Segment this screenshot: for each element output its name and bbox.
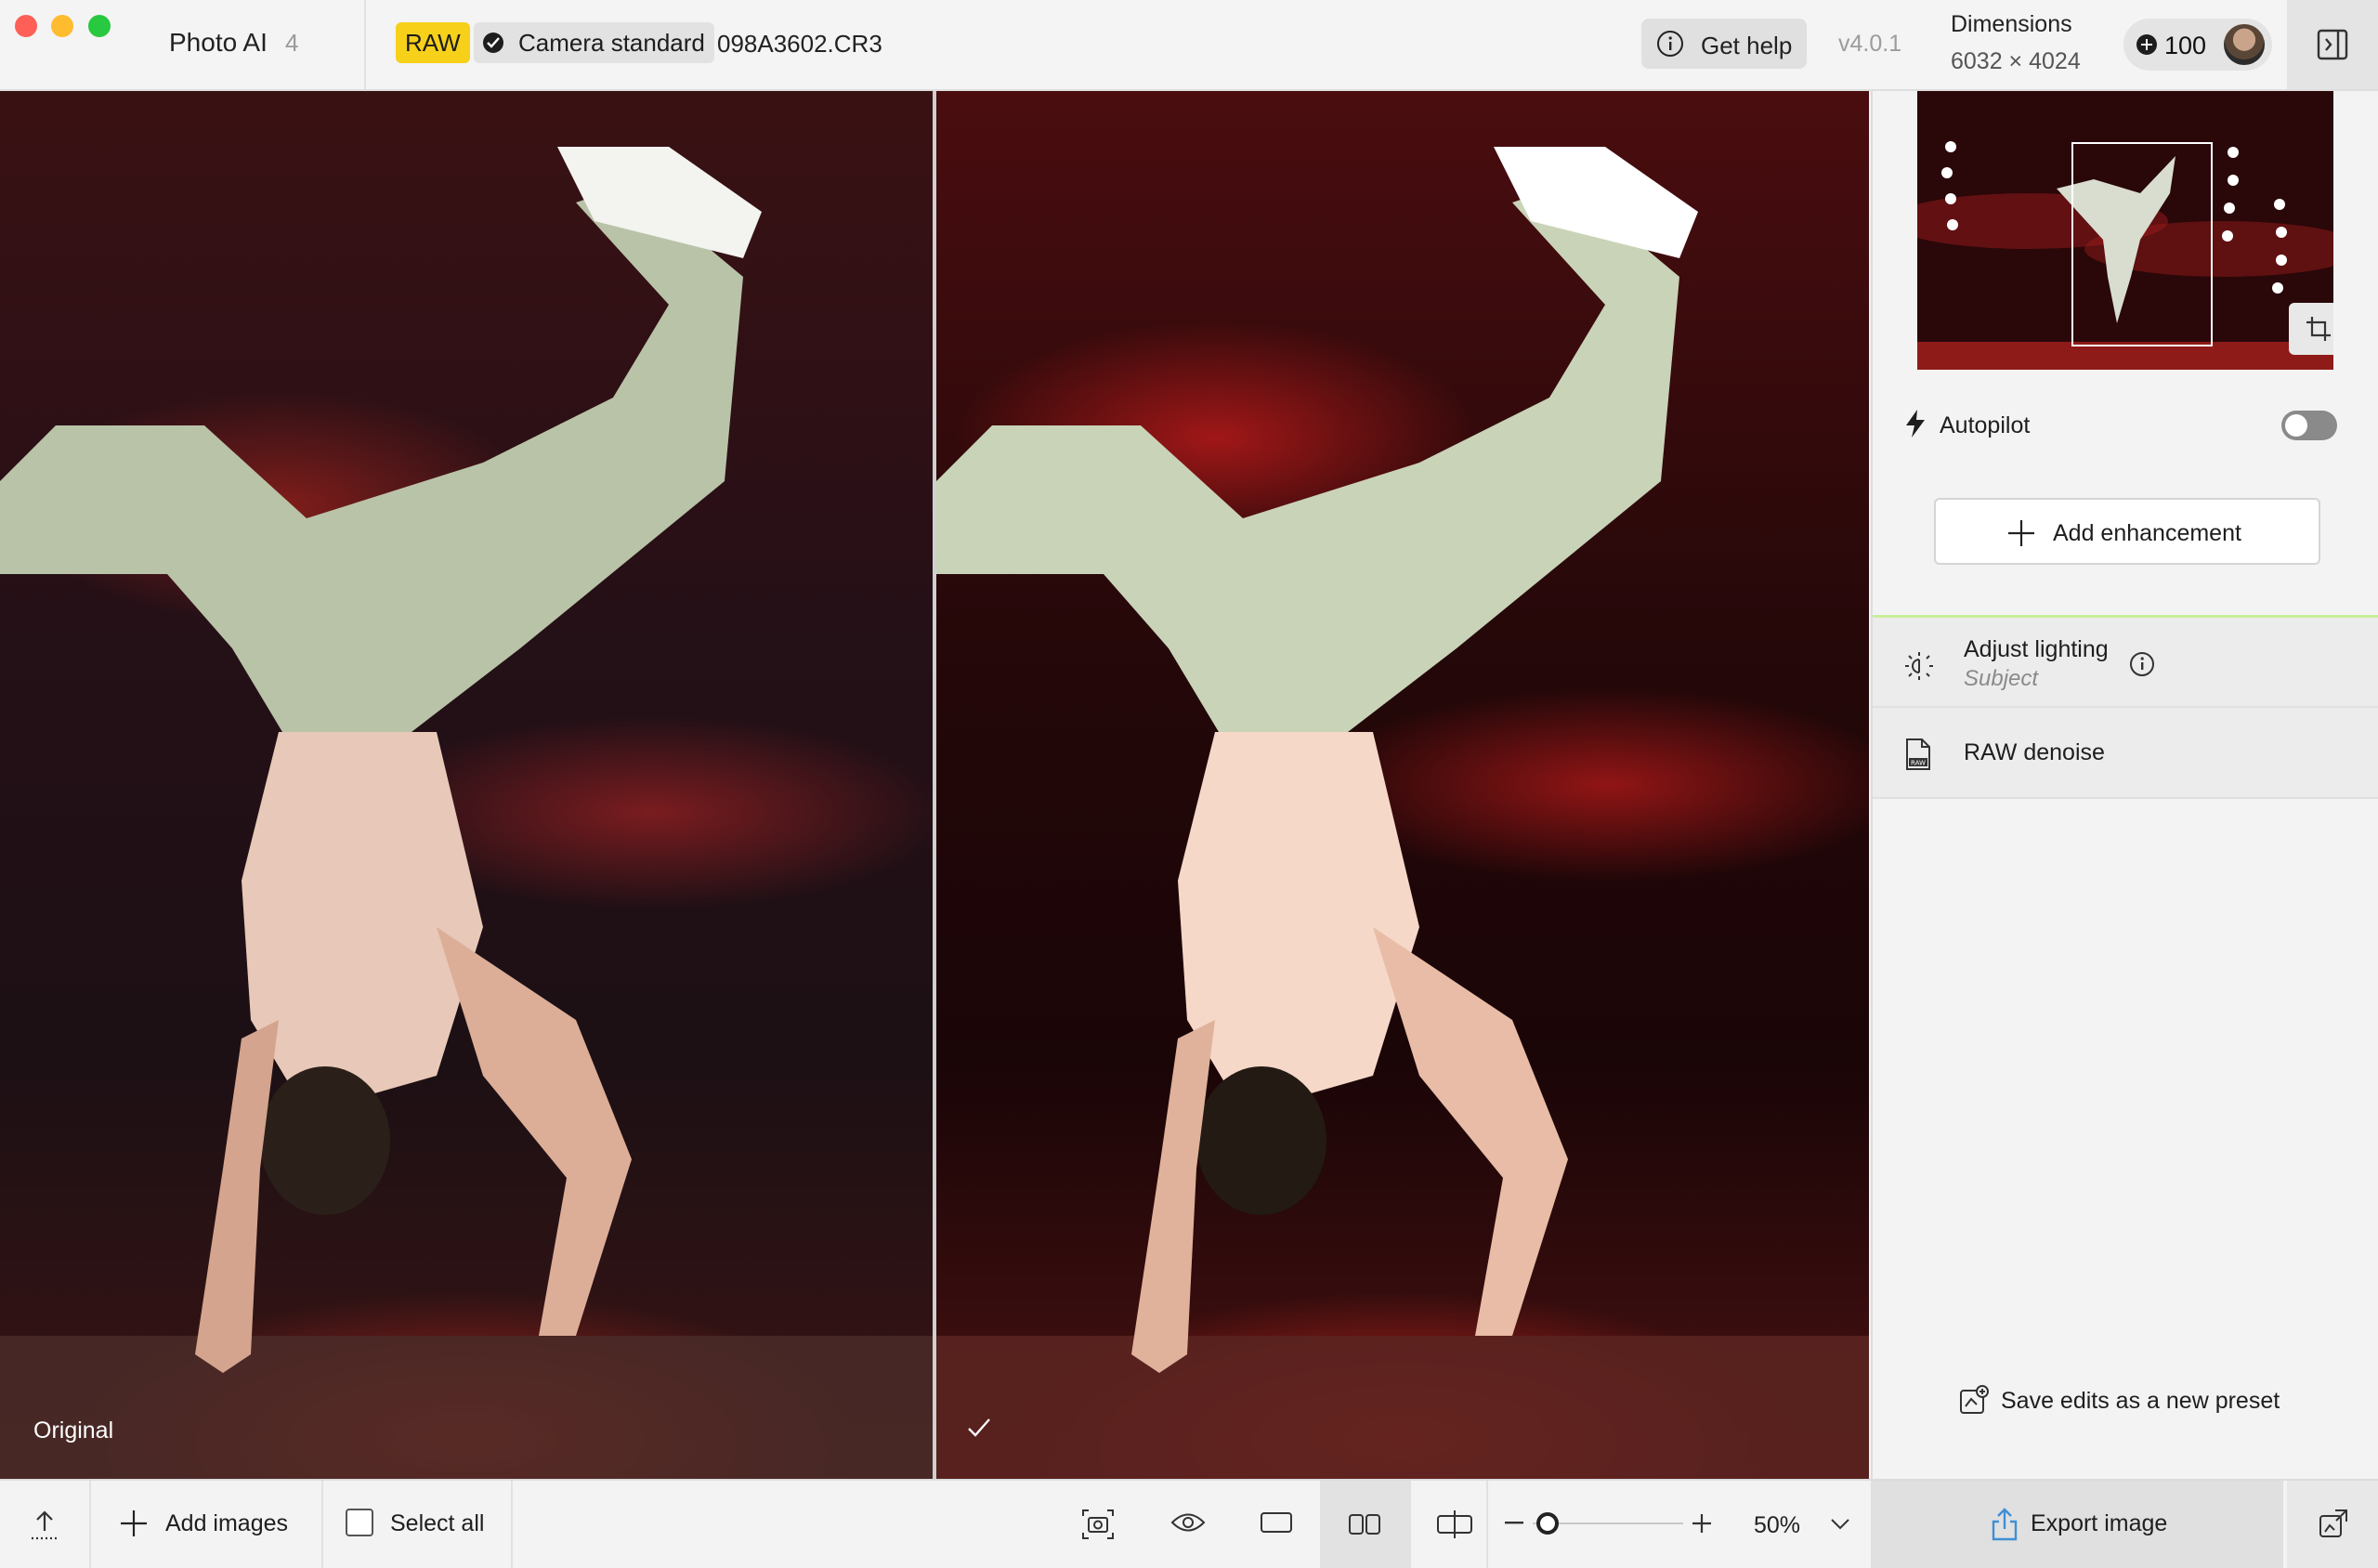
check-circle-icon [483,33,503,53]
autopilot-toggle[interactable] [2281,411,2337,440]
sidebar-toggle-icon [2317,29,2348,60]
navigator-thumbnail[interactable] [1917,91,2333,370]
share-export-icon [1992,1508,2018,1541]
save-preset-label: Save edits as a new preset [2001,1388,2280,1414]
eye-icon [1170,1513,1206,1532]
dimensions-label: Dimensions [1951,11,2072,37]
side-by-side-view-button[interactable] [1320,1481,1409,1568]
camera-profile-badge[interactable]: Camera standard [474,22,714,63]
title-separator [364,0,366,91]
add-images-label: Add images [165,1510,289,1536]
split-view-button[interactable] [1431,1481,1483,1568]
select-all-label: Select all [390,1510,485,1536]
app-version-badge: 4 [285,29,299,57]
zoom-out-icon[interactable] [1505,1522,1523,1525]
export-image-button[interactable]: Export image [1871,1481,2283,1568]
avatar[interactable] [2224,24,2265,65]
side-by-side-icon [1349,1514,1380,1535]
svg-text:RAW: RAW [1911,760,1926,767]
enhanced-preview-image[interactable] [936,91,1869,1479]
filename: 098A3602.CR3 [717,30,882,58]
image-viewer[interactable]: Original [0,91,1869,1479]
chevron-down-icon[interactable] [1830,1518,1850,1531]
zoom-window-button[interactable] [88,15,111,37]
plus-icon [121,1510,147,1536]
autopilot-row: Autopilot [1873,388,2378,463]
zoom-in-icon[interactable] [1691,1512,1713,1535]
export-image-label: Export image [2031,1510,2168,1536]
info-icon[interactable] [2129,651,2155,677]
crop-icon [2306,317,2331,341]
upload-icon [32,1510,58,1540]
camera-profile-label: Camera standard [518,29,705,57]
split-view-icon [1437,1510,1472,1538]
add-enhancement-label: Add enhancement [2053,520,2241,546]
raw-file-icon: RAW [1906,738,1930,770]
handstand-figure-enhanced [936,147,1869,1479]
credits-count: 100 [2164,32,2207,59]
crop-button[interactable] [2289,303,2333,355]
enhancement-panel: Autopilot Add enhancement Adjust lightin… [1871,91,2378,1479]
single-view-button[interactable] [1252,1481,1304,1568]
enhancement-subtitle: Subject [1964,666,2039,691]
title-bar: Photo AI 4 RAW Camera standard 098A3602.… [0,0,2378,91]
toggle-sidebar-button[interactable] [2287,0,2378,89]
minimize-window-button[interactable] [51,15,73,37]
add-enhancement-button[interactable]: Add enhancement [1934,498,2320,565]
single-view-icon [1261,1512,1292,1533]
credits-icon [2136,34,2157,55]
zoom-level[interactable]: 50% [1754,1512,1800,1539]
enhancement-item-adjust-lighting[interactable]: Adjust lighting Subject [1873,615,2378,708]
plus-icon [2008,520,2034,546]
checkmark-icon [968,1418,990,1437]
handstand-figure-original [0,147,933,1479]
lighting-icon [1905,652,1933,680]
toolbar-separator [1409,1481,1411,1568]
get-help-button[interactable]: Get help [1641,19,1807,69]
lightning-bolt-icon [1906,410,1925,438]
toolbar-separator [1486,1481,1488,1568]
enhancement-item-raw-denoise[interactable]: RAW RAW denoise [1873,708,2378,799]
original-image[interactable]: Original [0,91,933,1479]
toolbar-separator [511,1481,513,1568]
credits-account-button[interactable]: 100 [2123,19,2272,71]
camera-frame-icon [1082,1509,1114,1539]
app-title: Photo AI [169,28,268,57]
enhancement-title: RAW denoise [1964,739,2105,765]
dimensions-value: 6032 × 4024 [1951,48,2081,74]
preview-toggle-button[interactable] [1163,1481,1215,1568]
raw-badge[interactable]: RAW [396,22,470,63]
export-settings-icon [2319,1509,2347,1537]
autopilot-label: Autopilot [1940,412,2031,438]
select-all-checkbox[interactable] [346,1509,373,1536]
close-window-button[interactable] [15,15,37,37]
export-settings-button[interactable] [2287,1481,2378,1568]
save-preset-icon [1960,1385,1989,1414]
toggle-knob [2285,414,2307,437]
info-icon [1657,31,1683,57]
bottom-toolbar: Add images Select all 50% Export image [0,1479,2378,1568]
upload-button[interactable] [0,1481,89,1568]
thumbnail-preview [1917,91,2333,370]
version-label: v4.0.1 [1838,31,1902,57]
snapshot-button[interactable] [1072,1481,1124,1568]
get-help-label: Get help [1701,32,1793,59]
add-images-button[interactable]: Add images [91,1481,321,1568]
original-label: Original [33,1418,114,1444]
zoom-slider-handle[interactable] [1536,1512,1559,1535]
save-preset-button[interactable]: Save edits as a new preset [1958,1382,2330,1419]
enhancement-title: Adjust lighting [1964,636,2109,662]
